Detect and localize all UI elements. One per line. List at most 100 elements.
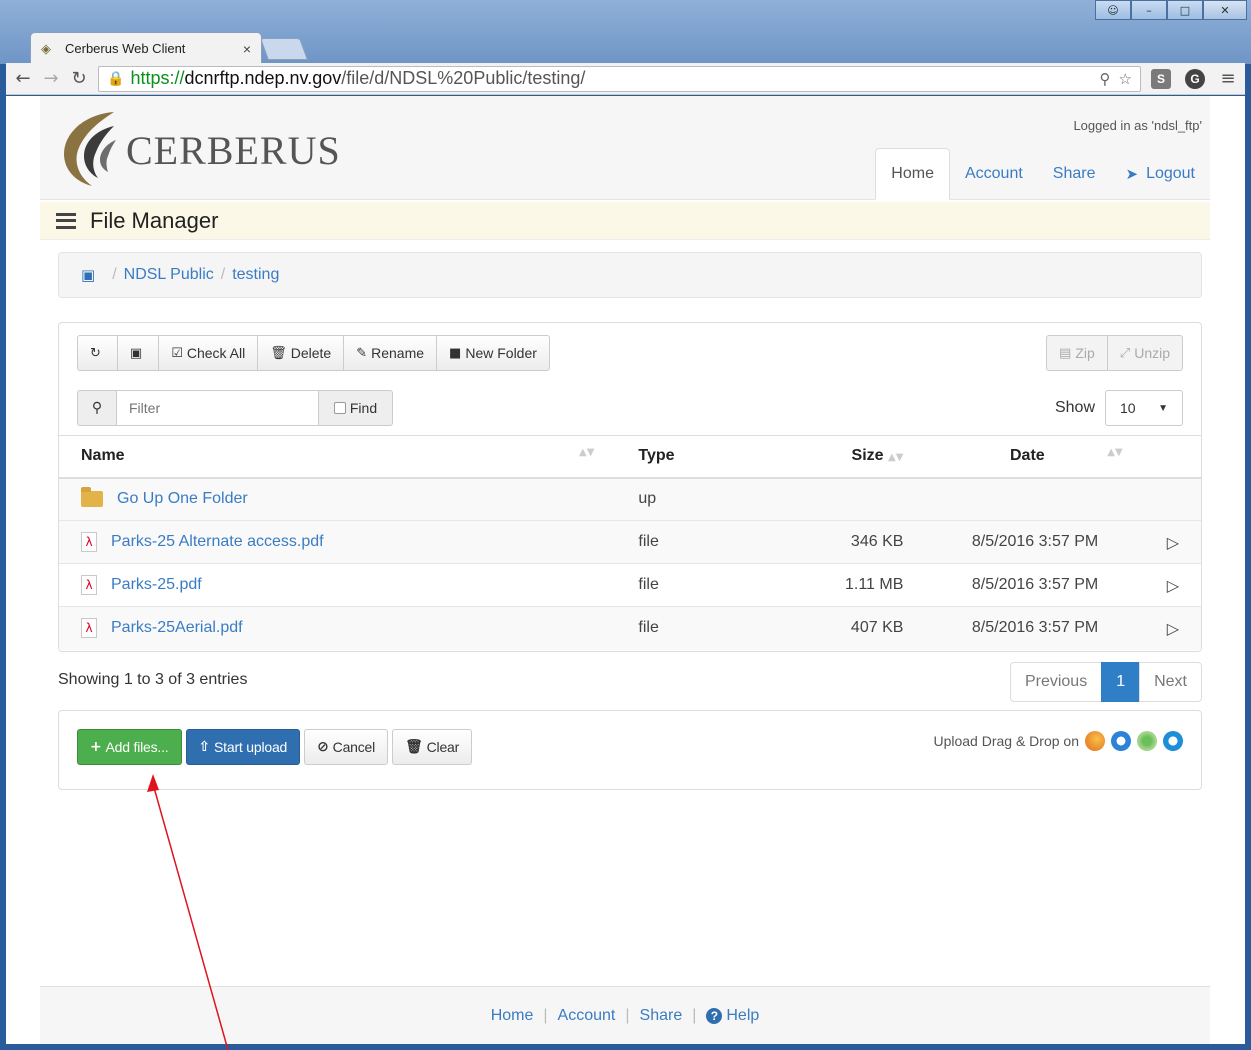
breadcrumb-ndsl-public[interactable]: NDSL Public bbox=[124, 266, 214, 284]
expand-icon: ⤢ bbox=[1119, 345, 1131, 361]
extension-round-icon[interactable]: G bbox=[1185, 68, 1205, 89]
footer-help-label: Help bbox=[726, 1006, 760, 1024]
column-header-actions bbox=[1144, 435, 1201, 479]
breadcrumb: ▣ / NDSL Public / testing bbox=[58, 252, 1202, 298]
file-actions-group: ↻ ▣ ☑ Check All 🗑 Delete ✎ Rename ■ New Fold… bbox=[77, 335, 550, 371]
upload-panel: + Add files... ⇧ Start upload ⊘ Cancel 🗑 Cle… bbox=[58, 710, 1202, 790]
new-folder-button[interactable]: ■ New Folder bbox=[436, 335, 550, 371]
cerberus-favicon-icon: ◈ bbox=[41, 40, 51, 56]
table-row[interactable]: Go Up One Folder up bbox=[59, 477, 1201, 521]
table-header-row: Name ▲▼ Type Size ▲▼ Date ▲▼ bbox=[59, 435, 1201, 479]
bookmark-star-icon[interactable]: ☆ bbox=[1119, 70, 1132, 88]
site-footer: Home | Account | Share | ? Help bbox=[40, 986, 1210, 1044]
table-row[interactable]: λ Parks-25Aerial.pdf file 407 KB 8/5/2016… bbox=[59, 606, 1201, 650]
help-icon: ? bbox=[706, 1007, 723, 1024]
tab-close-icon[interactable]: × bbox=[243, 41, 251, 57]
next-page-button[interactable]: Next bbox=[1139, 662, 1202, 702]
cerberus-logo-icon bbox=[64, 112, 116, 186]
file-link[interactable]: Parks-25.pdf bbox=[111, 576, 202, 594]
column-header-size[interactable]: Size ▲▼ bbox=[775, 435, 926, 479]
column-header-name[interactable]: Name ▲▼ bbox=[59, 435, 617, 479]
zip-button[interactable]: ▤ Zip bbox=[1046, 335, 1108, 371]
preview-icon[interactable]: ▷ bbox=[1144, 606, 1201, 650]
file-link[interactable]: Go Up One Folder bbox=[117, 490, 248, 508]
check-all-button[interactable]: ☑ Check All bbox=[158, 335, 259, 371]
browser-tab[interactable]: ◈ Cerberus Web Client × bbox=[30, 32, 262, 64]
find-checkbox-box[interactable] bbox=[333, 402, 346, 414]
find-checkbox[interactable]: Find bbox=[319, 390, 393, 426]
nav-account[interactable]: Account bbox=[950, 148, 1038, 200]
rename-button[interactable]: ✎ Rename bbox=[343, 335, 438, 371]
user-profile-icon[interactable]: ☺ bbox=[1095, 0, 1131, 20]
footer-home-link[interactable]: Home bbox=[491, 1007, 534, 1025]
file-size: 407 KB bbox=[775, 606, 926, 650]
preview-icon[interactable]: ▷ bbox=[1144, 520, 1201, 564]
list-icon bbox=[56, 212, 76, 229]
entries-summary: Showing 1 to 3 of 3 entries bbox=[58, 671, 248, 688]
page-viewport: CERBERUS Logged in as 'ndsl_ftp' Home Ac… bbox=[6, 96, 1245, 1044]
page-content: CERBERUS Logged in as 'ndsl_ftp' Home Ac… bbox=[40, 96, 1210, 1044]
new-tab-button[interactable] bbox=[259, 38, 309, 60]
cancel-button[interactable]: ⊘ Cancel bbox=[304, 729, 389, 765]
nav-home[interactable]: Home bbox=[875, 148, 950, 200]
unzip-label: Unzip bbox=[1134, 345, 1170, 361]
unzip-button[interactable]: ⤢ Unzip bbox=[1106, 335, 1183, 371]
footer-help-link[interactable]: ? Help bbox=[706, 1007, 759, 1025]
menu-icon[interactable]: ≡ bbox=[1219, 68, 1237, 89]
firefox-icon bbox=[1085, 731, 1105, 751]
url-path: /file/d/NDSL%20Public/testing/ bbox=[341, 68, 586, 88]
file-size: 346 KB bbox=[775, 520, 926, 564]
forward-icon[interactable]: → bbox=[42, 68, 60, 89]
file-date: 8/5/2016 3:57 PM bbox=[925, 520, 1145, 564]
delete-button[interactable]: 🗑 Delete bbox=[257, 335, 345, 371]
close-window-button[interactable]: ✕ bbox=[1203, 0, 1247, 20]
file-link[interactable]: Parks-25Aerial.pdf bbox=[111, 619, 243, 637]
ie-icon bbox=[1111, 731, 1131, 751]
thumbnail-button[interactable]: ▣ bbox=[116, 335, 160, 371]
cerberus-logo[interactable]: CERBERUS bbox=[56, 106, 341, 188]
file-link[interactable]: Parks-25 Alternate access.pdf bbox=[111, 533, 324, 551]
table-row[interactable]: λ Parks-25.pdf file 1.11 MB 8/5/2016 3:57… bbox=[59, 563, 1201, 607]
reload-icon[interactable]: ↻ bbox=[70, 68, 88, 89]
previous-page-button[interactable]: Previous bbox=[1009, 662, 1103, 702]
nav-logout[interactable]: ➤ Logout bbox=[1110, 148, 1210, 200]
computer-icon[interactable]: ▣ bbox=[81, 266, 95, 284]
table-row[interactable]: λ Parks-25 Alternate access.pdf file 346 … bbox=[59, 520, 1201, 564]
file-size bbox=[775, 477, 926, 521]
column-header-date[interactable]: Date ▲▼ bbox=[925, 435, 1145, 479]
file-type: up bbox=[616, 477, 776, 521]
page-title: File Manager bbox=[90, 207, 219, 233]
nav-share[interactable]: Share bbox=[1038, 148, 1111, 200]
page-size-select[interactable]: 10 ▼ bbox=[1105, 390, 1183, 426]
extension-icon[interactable]: S bbox=[1151, 68, 1171, 89]
file-date: 8/5/2016 3:57 PM bbox=[925, 606, 1145, 650]
drag-drop-note: Upload Drag & Drop on bbox=[933, 731, 1183, 751]
footer-share-link[interactable]: Share bbox=[640, 1007, 683, 1025]
cancel-label: Cancel bbox=[332, 739, 376, 755]
pdf-icon: λ bbox=[81, 575, 97, 595]
clear-button[interactable]: 🗑 Clear bbox=[392, 729, 473, 765]
page-size-control: Show 10 ▼ bbox=[1055, 390, 1183, 426]
file-type: file bbox=[616, 563, 776, 607]
page-1-button[interactable]: 1 bbox=[1101, 662, 1141, 702]
edit-icon: ✎ bbox=[356, 345, 368, 361]
footer-account-link[interactable]: Account bbox=[558, 1007, 616, 1025]
filter-input[interactable] bbox=[117, 390, 319, 426]
maximize-button[interactable]: □ bbox=[1167, 0, 1203, 20]
add-files-button[interactable]: + Add files... bbox=[77, 729, 182, 765]
file-type: file bbox=[616, 606, 776, 650]
find-label: Find bbox=[349, 400, 378, 416]
upload-icon: ⇧ bbox=[198, 739, 211, 755]
key-icon[interactable]: ⚲ bbox=[1100, 70, 1111, 88]
address-bar[interactable]: 🔒 https://dcnrftp.ndep.nv.gov/file/d/NDS… bbox=[98, 65, 1141, 92]
refresh-button[interactable]: ↻ bbox=[77, 335, 118, 371]
start-upload-button[interactable]: ⇧ Start upload bbox=[185, 729, 301, 765]
trash-icon: 🗑 bbox=[270, 345, 287, 361]
minimize-button[interactable]: – bbox=[1131, 0, 1167, 20]
preview-icon[interactable]: ▷ bbox=[1144, 563, 1201, 607]
back-icon[interactable]: ← bbox=[14, 68, 32, 89]
clear-label: Clear bbox=[426, 739, 460, 755]
breadcrumb-testing[interactable]: testing bbox=[232, 266, 279, 284]
column-header-type[interactable]: Type bbox=[616, 435, 776, 479]
sort-icon: ▲▼ bbox=[579, 447, 595, 459]
